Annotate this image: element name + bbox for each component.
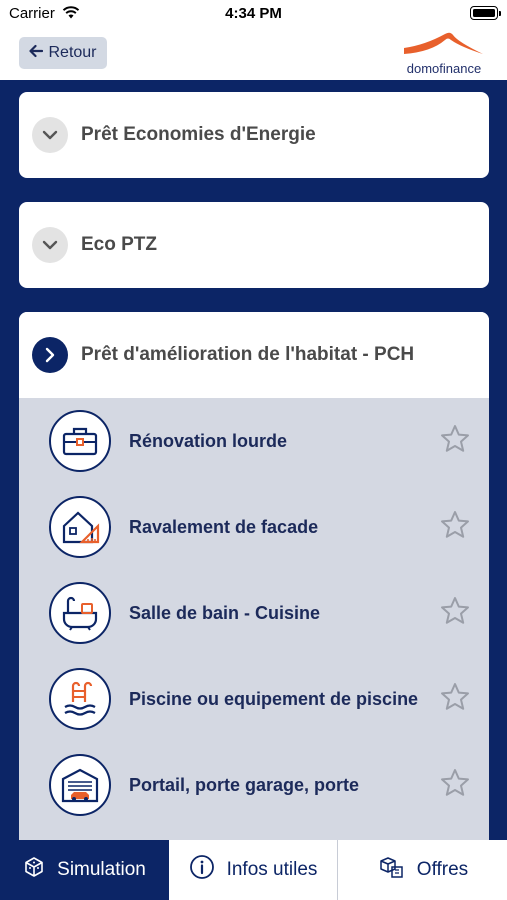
accordion-header-pch[interactable]: Prêt d'amélioration de l'habitat - PCH (19, 312, 489, 398)
house-ruler-icon (49, 496, 111, 558)
star-icon[interactable] (439, 595, 471, 632)
star-icon[interactable] (439, 767, 471, 804)
list-item-piscine[interactable]: Piscine ou equipement de piscine (19, 656, 489, 742)
tab-offres[interactable]: Offres (338, 840, 507, 900)
star-icon[interactable] (439, 681, 471, 718)
logo-text: domofinance (406, 61, 482, 76)
nav-bar: Retour domofinance (0, 28, 507, 80)
accordion-item-eco-ptz[interactable]: Eco PTZ (19, 202, 489, 288)
list-item-salle-de-bain-cuisine[interactable]: Salle de bain - Cuisine (19, 570, 489, 656)
accordion-label: Eco PTZ (81, 234, 158, 255)
list-item-label: Ravalement de facade (129, 516, 319, 537)
tab-infos-utiles[interactable]: Infos utiles (169, 840, 338, 900)
list-item-label: Rénovation lourde (129, 430, 288, 451)
info-icon (189, 854, 215, 886)
accordion-label: Prêt d'amélioration de l'habitat - PCH (81, 344, 415, 365)
back-label: Retour (48, 44, 97, 61)
accordion-item-pch: Prêt d'amélioration de l'habitat - PCH R… (19, 312, 489, 840)
status-bar: Carrier 4:34 PM (0, 0, 507, 28)
garage-icon (49, 754, 111, 816)
list-item-label: Salle de bain - Cuisine (129, 602, 321, 623)
chevron-down-icon (32, 227, 68, 263)
chevron-down-icon (32, 117, 68, 153)
product-list[interactable]: Prêt Economies d'Energie Eco PTZ Prêt d'… (0, 80, 507, 840)
list-item-ravalement-facade[interactable]: Ravalement de facade (19, 484, 489, 570)
chevron-right-icon (32, 337, 68, 373)
pool-ladder-icon (49, 668, 111, 730)
clock: 4:34 PM (225, 5, 282, 22)
list-item-partial[interactable] (19, 828, 489, 840)
list-item-label: Portail, porte garage, porte (129, 774, 360, 795)
back-button[interactable]: Retour (19, 37, 107, 69)
tab-label: Offres (416, 859, 469, 880)
list-item-portail-garage[interactable]: Portail, porte garage, porte (19, 742, 489, 828)
boxes-icon (377, 854, 405, 886)
tab-label: Infos utiles (226, 859, 318, 880)
star-icon[interactable] (439, 423, 471, 460)
cube-icon (23, 856, 45, 884)
toolbox-icon (49, 410, 111, 472)
list-item-label: Piscine ou equipement de piscine (129, 688, 419, 709)
tab-bar: Simulation Infos utiles Offres (0, 840, 507, 900)
domofinance-logo: domofinance (401, 30, 487, 78)
tab-label: Simulation (57, 859, 146, 880)
star-icon[interactable] (439, 509, 471, 546)
arrow-left-icon (29, 44, 44, 63)
battery-icon (470, 6, 501, 20)
accordion-item-pret-economies-energie[interactable]: Prêt Economies d'Energie (19, 92, 489, 178)
accordion-label: Prêt Economies d'Energie (81, 124, 316, 145)
tab-simulation[interactable]: Simulation (0, 840, 169, 900)
list-item-renovation-lourde[interactable]: Rénovation lourde (19, 398, 489, 484)
bathtub-icon (49, 582, 111, 644)
